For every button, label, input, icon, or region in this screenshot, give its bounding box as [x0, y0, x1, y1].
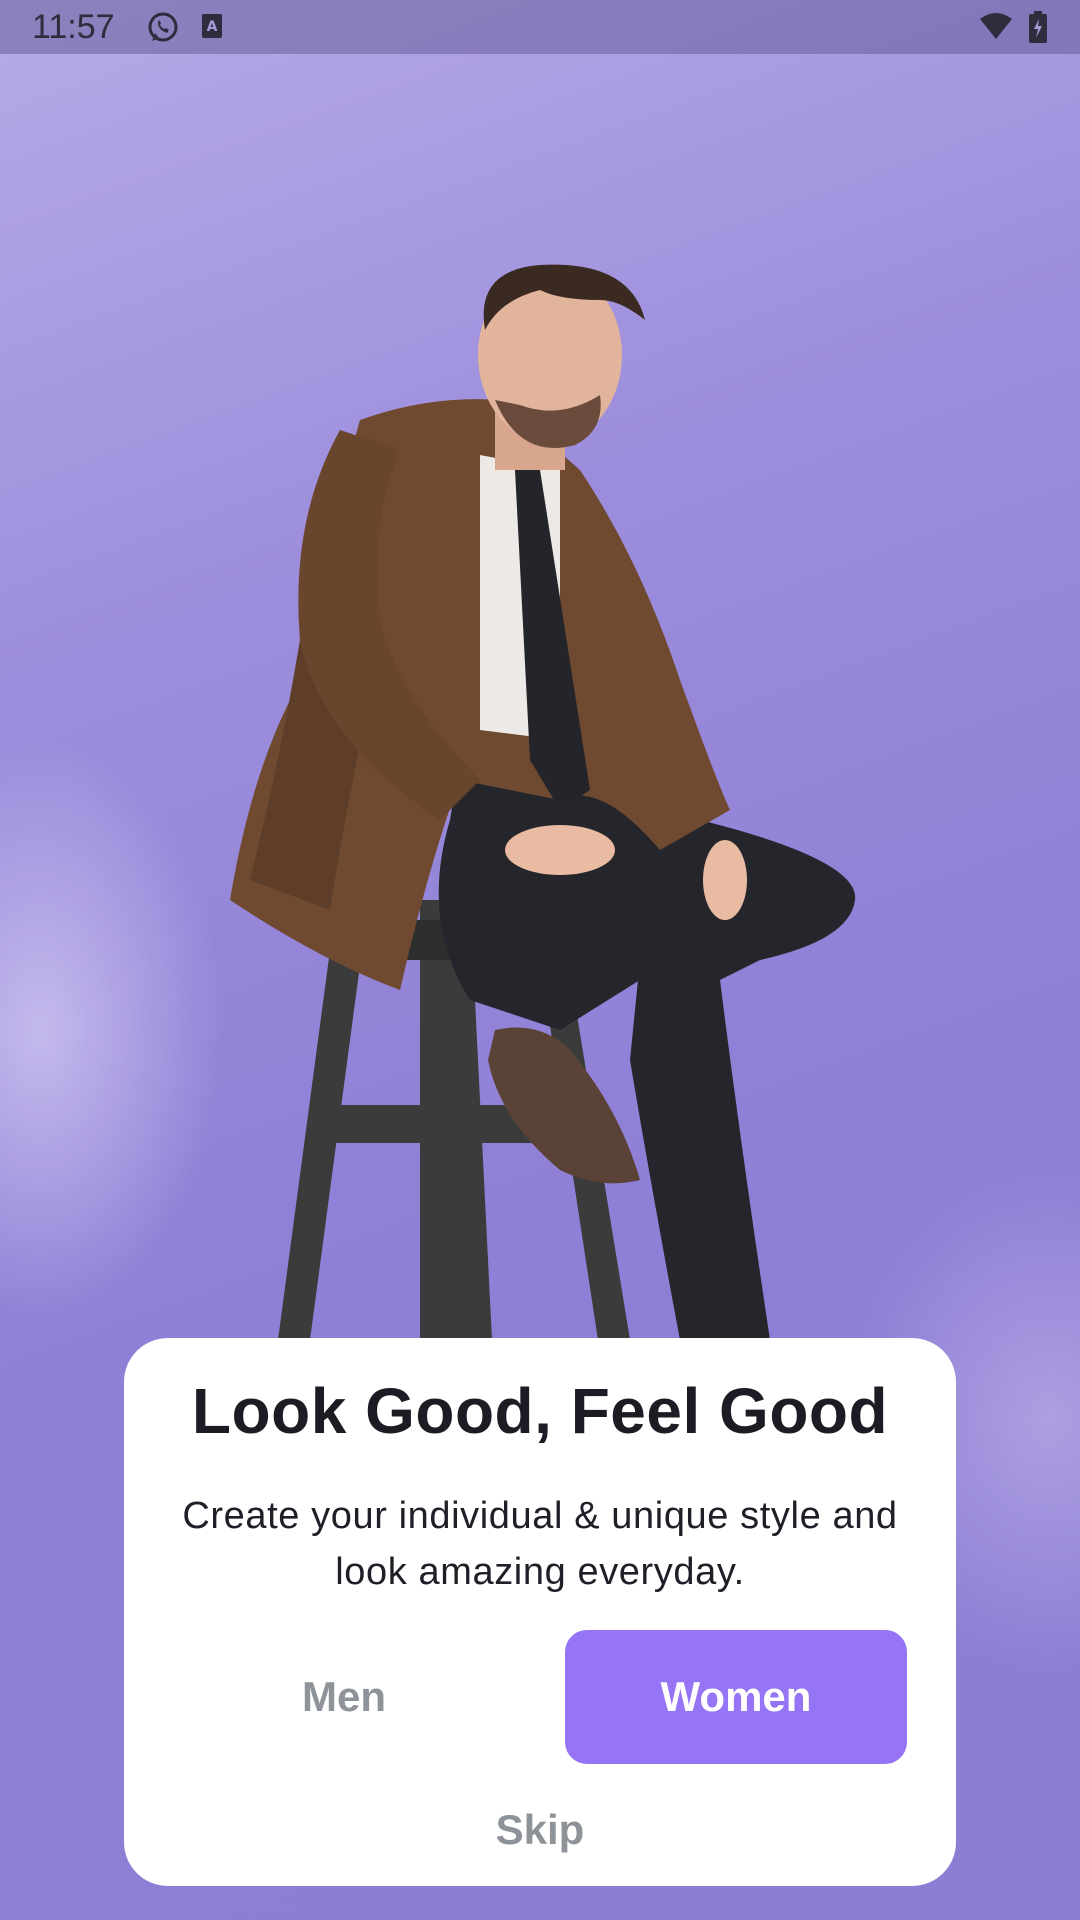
subtitle-line-2: look amazing everyday.	[335, 1551, 745, 1593]
man-on-stool-illustration	[230, 264, 856, 1340]
men-button[interactable]: Men	[174, 1630, 514, 1764]
page-title: Look Good, Feel Good	[191, 1375, 889, 1447]
subtitle: Create your individual & unique style an…	[164, 1488, 916, 1600]
subtitle-line-1: Create your individual & unique style an…	[182, 1495, 898, 1537]
women-button[interactable]: Women	[565, 1630, 907, 1764]
onboarding-card: Look Good, Feel Good Create your individ…	[124, 1338, 956, 1886]
skip-button[interactable]: Skip	[440, 1800, 640, 1860]
